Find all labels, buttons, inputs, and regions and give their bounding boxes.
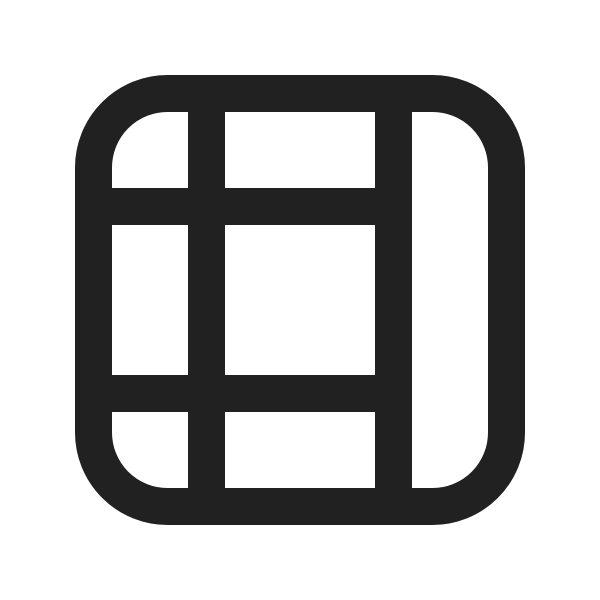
table-frame	[75, 75, 525, 525]
table-freeze-column-row-icon	[75, 75, 525, 525]
icon-canvas	[0, 0, 600, 600]
